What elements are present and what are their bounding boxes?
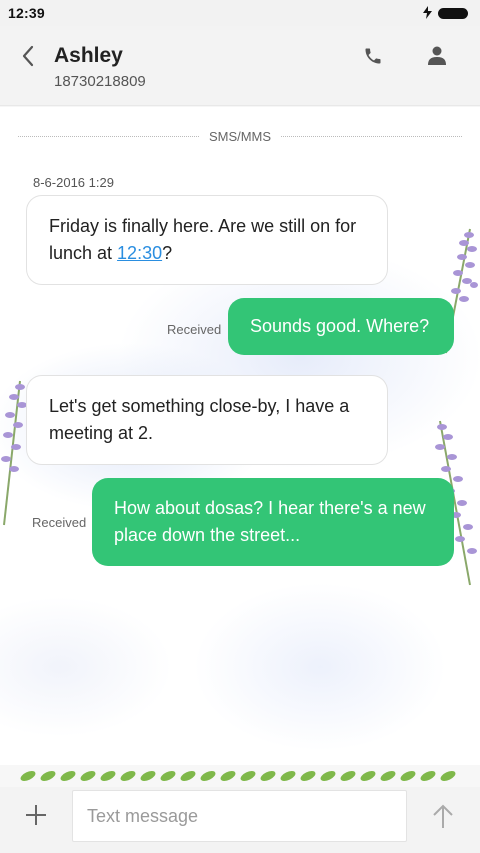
- status-bar: 12:39: [0, 0, 480, 26]
- message-status: Received: [32, 515, 87, 530]
- send-button[interactable]: [428, 801, 458, 831]
- message-text: How about dosas? I hear there's a new pl…: [114, 498, 426, 545]
- leaf-decoration-strip: [0, 765, 480, 787]
- channel-label: SMS/MMS: [208, 128, 272, 144]
- status-icons: [423, 5, 468, 21]
- message-text: Let's get something close-by, I have a m…: [49, 396, 350, 443]
- incoming-message-bubble[interactable]: Let's get something close-by, I have a m…: [26, 375, 388, 465]
- outgoing-message-bubble[interactable]: How about dosas? I hear there's a new pl…: [92, 478, 454, 566]
- back-button[interactable]: [16, 42, 40, 70]
- contact-name: Ashley: [54, 44, 123, 67]
- message-text: Sounds good. Where?: [250, 316, 430, 336]
- add-attachment-button[interactable]: [22, 801, 50, 829]
- arrow-up-icon: [433, 804, 453, 828]
- conversation-header: Ashley 18730218809: [0, 26, 480, 106]
- incoming-message-bubble[interactable]: Friday is finally here. Are we still on …: [26, 195, 388, 285]
- message-input[interactable]: [72, 790, 407, 842]
- bolt-icon: [423, 5, 432, 21]
- message-text: ?: [162, 243, 173, 263]
- contact-number: 18730218809: [54, 73, 146, 90]
- message-list[interactable]: SMS/MMS 8-6-2016 1:29 Friday is finally …: [0, 107, 480, 765]
- channel-divider: SMS/MMS: [18, 127, 462, 145]
- message-composer: [0, 787, 480, 853]
- time-link[interactable]: 12:30: [117, 243, 162, 263]
- call-button[interactable]: [360, 43, 386, 69]
- leaf-pattern: [20, 771, 456, 781]
- divider-line: [281, 135, 462, 137]
- phone-icon: [365, 48, 381, 64]
- person-icon: [428, 46, 446, 65]
- contact-profile-button[interactable]: [424, 43, 450, 69]
- status-time: 12:39: [8, 5, 45, 21]
- plus-icon: [26, 805, 46, 825]
- chevron-left-icon: [22, 45, 34, 67]
- message-timestamp: 8-6-2016 1:29: [33, 175, 114, 190]
- divider-line: [18, 135, 199, 137]
- message-text: Friday is finally here. Are we still on …: [49, 216, 357, 263]
- message-status: Received: [167, 322, 222, 337]
- battery-icon: [438, 7, 468, 19]
- outgoing-message-bubble[interactable]: Sounds good. Where?: [228, 298, 454, 355]
